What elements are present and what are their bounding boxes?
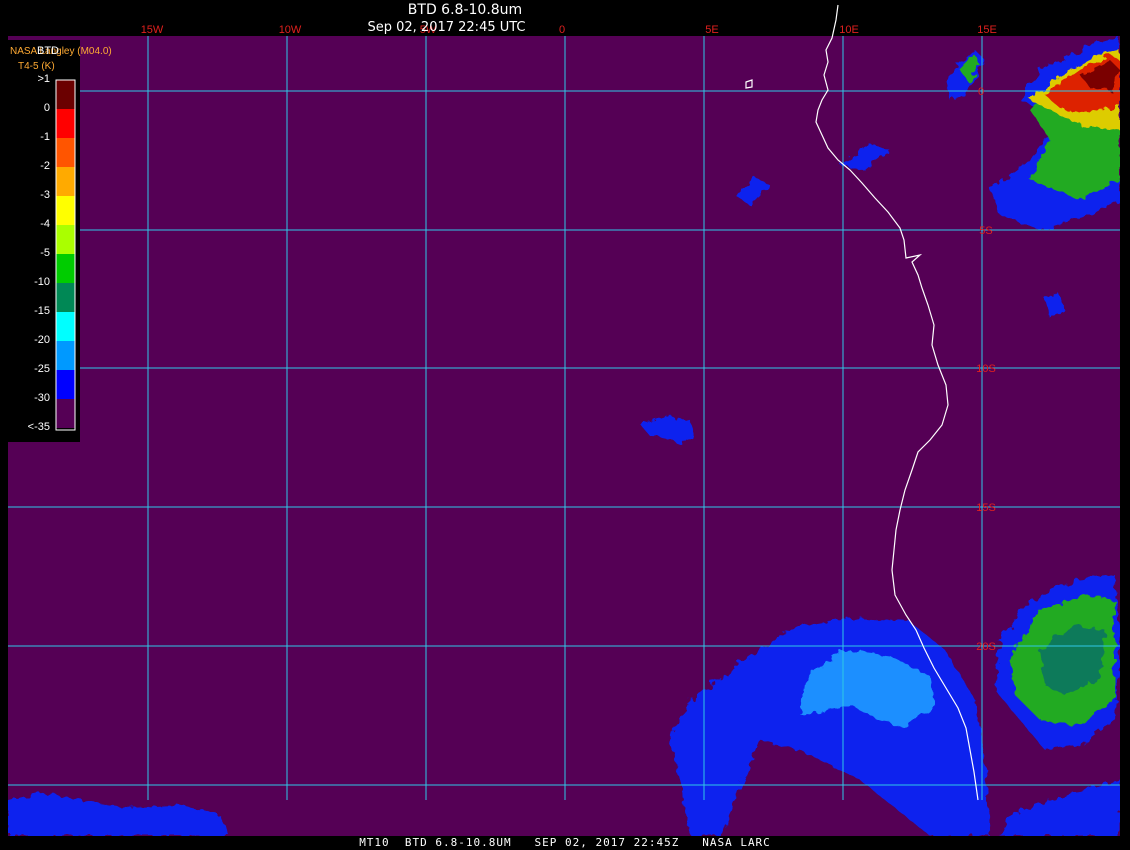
legend-label: -4: [40, 218, 50, 230]
lat-label-20s: 20S: [976, 641, 996, 653]
legend-label: -10: [34, 276, 50, 288]
legend-label: -5: [40, 247, 50, 259]
lat-label-10s: 10S: [976, 363, 996, 375]
legend-swatch: [56, 167, 75, 196]
footer-caption: MT10 BTD 6.8-10.8UM SEP 02, 2017 22:45Z …: [359, 836, 771, 849]
lat-label-15s: 15S: [976, 502, 996, 514]
legend-swatch: [56, 283, 75, 312]
legend-label: >1: [37, 73, 50, 85]
legend-swatch: [56, 399, 75, 428]
legend-swatch: [56, 225, 75, 254]
legend-swatch: [56, 109, 75, 138]
legend-swatch: [56, 370, 75, 399]
legend-label: -1: [40, 131, 50, 143]
image-title: BTD 6.8-10.8um: [407, 2, 523, 18]
legend-label: -20: [34, 334, 50, 346]
legend-swatch: [56, 196, 75, 225]
legend-swatch: [56, 80, 75, 109]
legend-units: T4-5 (K): [18, 61, 55, 72]
legend-label: -15: [34, 305, 50, 317]
legend-swatch: [56, 254, 75, 283]
lon-label-15e: 15E: [977, 24, 997, 36]
lat-label-5s: 5S: [979, 225, 992, 237]
legend-swatch: [56, 341, 75, 370]
legend-label: -25: [34, 363, 50, 375]
legend-label: -30: [34, 392, 50, 404]
legend-swatch: [56, 138, 75, 167]
image-datetime: Sep 02, 2017 22:45 UTC: [367, 20, 526, 35]
legend-label: <-35: [27, 421, 50, 433]
legend-swatch: [56, 312, 75, 341]
satellite-map: 15W 10W 5W 0 5E 10E 15E 0 5S 10S 15S 20S: [8, 4, 1120, 836]
legend-label: -2: [40, 160, 50, 172]
producer-label: NASA Langley (M04.0): [10, 46, 112, 57]
lat-label-0: 0: [978, 86, 984, 98]
legend-label: -3: [40, 189, 50, 201]
legend-title: BTD: [37, 45, 59, 57]
legend-colorbar: [56, 80, 75, 428]
legend-label: 0: [43, 102, 50, 114]
